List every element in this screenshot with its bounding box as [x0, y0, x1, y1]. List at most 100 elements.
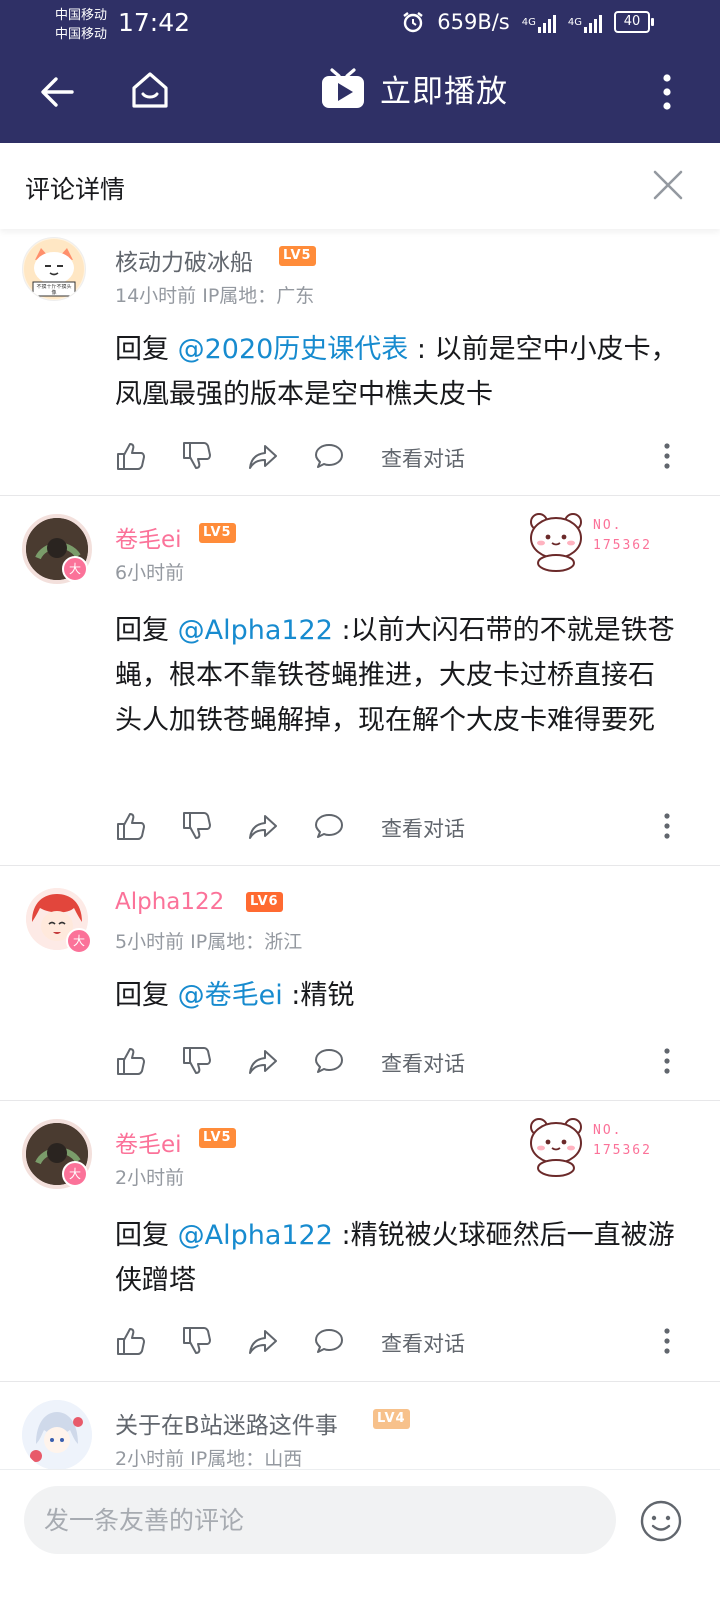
reply-prefix: 回复 — [115, 1220, 178, 1251]
reply-prefix: 回复 — [115, 980, 178, 1011]
comment-item: 大 Alpha122 LV6 5小时前 IP属地：浙江 回复 @卷毛ei :精锐… — [0, 866, 720, 1100]
view-dialog-link[interactable]: 查看对话 — [381, 1048, 465, 1078]
comment-meta: 6小时前 — [115, 562, 185, 584]
mention-link[interactable]: @Alpha122 — [178, 1220, 333, 1251]
comment-meta: 14小时前 IP属地：广东 — [115, 285, 315, 307]
comment-body: :精锐 — [282, 980, 355, 1011]
share-icon[interactable] — [247, 1045, 279, 1077]
comment-actions: 查看对话 — [115, 810, 685, 846]
back-arrow-icon[interactable] — [36, 70, 80, 114]
fan-number: NO. 175362 — [593, 1121, 652, 1161]
comment-input[interactable] — [24, 1486, 616, 1554]
mention-link[interactable]: @2020历史课代表 — [178, 334, 409, 365]
fan-medal: NO. 175362 — [525, 1115, 675, 1177]
comment-text: 回复 @Alpha122 :以前大闪石带的不就是铁苍蝇，根本不靠铁苍蝇推进，大皮… — [115, 608, 680, 743]
more-vertical-icon[interactable] — [655, 810, 679, 842]
comment-icon[interactable] — [313, 1325, 345, 1357]
bear-fan-icon — [530, 513, 582, 572]
mention-link[interactable]: @Alpha122 — [178, 615, 333, 646]
avatar[interactable]: 不摸十斤不摸头像 — [22, 237, 86, 301]
thumb-down-icon[interactable] — [181, 1325, 213, 1357]
more-vertical-icon[interactable] — [652, 70, 682, 114]
status-bar: 中国移动 中国移动 17:42 659B/s 4G 4G 40 — [0, 0, 720, 50]
comment-item: 不摸十斤不摸头像 核动力破冰船 LV5 14小时前 IP属地：广东 回复 @20… — [0, 229, 720, 495]
share-icon[interactable] — [247, 810, 279, 842]
thumb-up-icon[interactable] — [115, 440, 147, 472]
comment-icon[interactable] — [313, 440, 345, 472]
panel-title: 评论详情 — [25, 175, 126, 204]
thumb-down-icon[interactable] — [181, 440, 213, 472]
comment-icon[interactable] — [313, 1045, 345, 1077]
comment-list[interactable]: 不摸十斤不摸头像 核动力破冰船 LV5 14小时前 IP属地：广东 回复 @20… — [0, 229, 720, 1469]
share-icon[interactable] — [247, 1325, 279, 1357]
comment-actions: 查看对话 — [115, 1045, 685, 1081]
fan-number: NO. 175362 — [593, 516, 652, 556]
play-now-label: 立即播放 — [380, 74, 508, 110]
status-icons: 659B/s 4G 4G 40 — [401, 10, 654, 34]
thumb-up-icon[interactable] — [115, 1325, 147, 1357]
avatar-caption: 不摸十斤不摸头像 — [36, 284, 72, 296]
level-badge: LV5 — [199, 523, 236, 543]
signal-icon-2 — [584, 11, 602, 33]
fan-no-value: 175362 — [593, 538, 652, 553]
username[interactable]: 卷毛ei — [115, 1125, 182, 1159]
level-badge: LV5 — [279, 246, 316, 266]
comment-meta: 2小时前 — [115, 1167, 185, 1189]
fan-medal: NO. 175362 — [525, 510, 675, 572]
comment-icon[interactable] — [313, 810, 345, 842]
emoji-icon[interactable] — [640, 1500, 682, 1542]
vip-badge: 大 — [66, 928, 92, 954]
comment-meta: 5小时前 IP属地：浙江 — [115, 931, 303, 953]
network-type-2: 4G — [567, 16, 582, 28]
signal-icon-1 — [537, 11, 556, 33]
comment-actions: 查看对话 — [115, 440, 685, 476]
fan-no-value: 175362 — [593, 1143, 652, 1158]
more-vertical-icon[interactable] — [655, 1045, 679, 1077]
comment-text: 回复 @Alpha122 :精锐被火球砸然后一直被游侠蹭塔 — [115, 1213, 680, 1303]
thumb-up-icon[interactable] — [115, 810, 147, 842]
comment-actions: 查看对话 — [115, 1325, 685, 1361]
username[interactable]: 核动力破冰船 — [115, 243, 253, 277]
app-bar: 立即播放 — [0, 50, 720, 143]
level-badge: LV6 — [246, 892, 283, 912]
network-type-1: 4G — [521, 16, 536, 28]
comment-input-bar — [0, 1469, 720, 1601]
carrier-1: 中国移动 — [55, 8, 108, 23]
comment-item: 大 卷毛ei LV5 6小时前 NO. 175362 回复 @Alpha122 … — [0, 496, 720, 865]
thumb-up-icon[interactable] — [115, 1045, 147, 1077]
username[interactable]: Alpha122 — [115, 889, 224, 915]
more-vertical-icon[interactable] — [655, 440, 679, 472]
level-badge: LV5 — [199, 1128, 236, 1148]
share-icon[interactable] — [247, 440, 279, 472]
home-icon[interactable] — [128, 68, 172, 112]
reply-prefix: 回复 — [115, 615, 178, 646]
more-vertical-icon[interactable] — [655, 1325, 679, 1357]
comment-detail-header: 评论详情 — [0, 143, 720, 229]
tv-play-icon — [322, 67, 364, 108]
comment-text: 回复 @卷毛ei :精锐 — [115, 973, 680, 1018]
bear-fan-icon — [530, 1118, 582, 1177]
vip-badge: 大 — [62, 1161, 88, 1187]
thumb-down-icon[interactable] — [181, 810, 213, 842]
thumb-down-icon[interactable] — [181, 1045, 213, 1077]
carrier-2: 中国移动 — [55, 27, 108, 42]
username[interactable]: 关于在B站迷路这件事 — [115, 1406, 338, 1440]
view-dialog-link[interactable]: 查看对话 — [381, 1328, 465, 1358]
anime-avatar-icon — [22, 1400, 92, 1469]
mention-link[interactable]: @卷毛ei — [178, 980, 283, 1011]
comment-meta: 2小时前 IP属地：山西 — [115, 1448, 303, 1469]
top-bar: 中国移动 中国移动 17:42 659B/s 4G 4G 40 立即播放 — [0, 0, 720, 143]
view-dialog-link[interactable]: 查看对话 — [381, 443, 465, 473]
comment-item: 大 卷毛ei LV5 2小时前 NO. 175362 回复 @Alpha122 … — [0, 1101, 720, 1381]
carrier-info: 中国移动 中国移动 — [55, 6, 107, 44]
vip-badge: 大 — [62, 556, 88, 582]
play-now-button[interactable]: 立即播放 — [320, 66, 508, 111]
close-icon[interactable] — [650, 167, 686, 203]
avatar[interactable] — [22, 1400, 92, 1469]
clock: 17:42 — [118, 8, 191, 37]
fan-no-label: NO. — [593, 1123, 623, 1138]
username[interactable]: 卷毛ei — [115, 520, 182, 554]
view-dialog-link[interactable]: 查看对话 — [381, 813, 465, 843]
network-speed: 659B/s — [437, 10, 510, 34]
comment-item: 关于在B站迷路这件事 LV4 2小时前 IP属地：山西 — [0, 1382, 720, 1469]
